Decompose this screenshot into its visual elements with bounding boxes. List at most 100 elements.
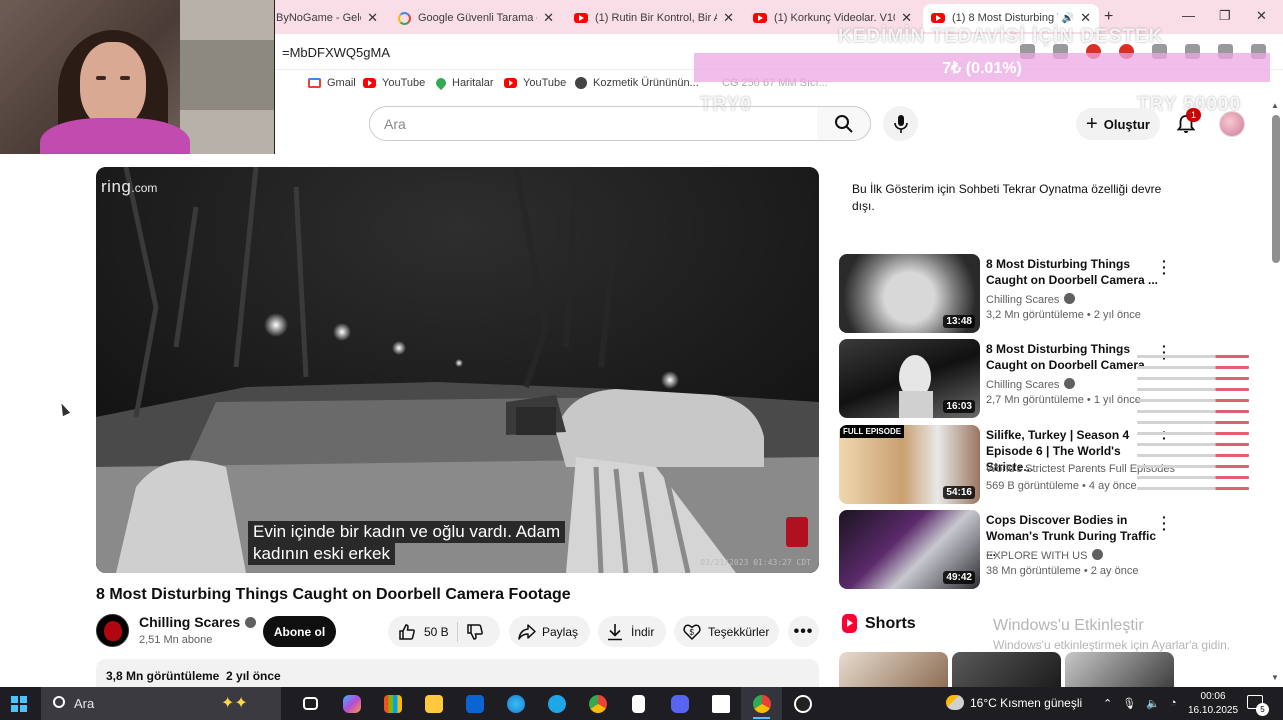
- channel-name[interactable]: Chilling Scares: [139, 614, 257, 630]
- page-scrollbar[interactable]: [1272, 115, 1280, 263]
- scroll-down-arrow[interactable]: ▼: [1271, 673, 1279, 682]
- webcam-overlay: [0, 0, 275, 154]
- share-button[interactable]: Paylaş: [509, 616, 590, 647]
- recommendation-card[interactable]: 49:42 Cops Discover Bodies in Woman's Tr…: [839, 510, 1179, 590]
- file-explorer-icon[interactable]: [413, 687, 454, 720]
- volume-icon[interactable]: 🔈: [1146, 697, 1160, 710]
- search-input[interactable]: Ara: [369, 106, 818, 141]
- speaker-icon[interactable]: 🔊: [1062, 13, 1074, 24]
- close-icon[interactable]: ✕: [543, 10, 554, 26]
- recommendation-meta: 2,7 Mn görüntüleme • 1 yıl önce: [986, 394, 1141, 406]
- video-player[interactable]: ring.com Evin içinde bir kadın ve oğlu v…: [96, 167, 819, 573]
- video-thumbnail[interactable]: FULL EPISODE 54:16: [839, 425, 980, 504]
- url-field[interactable]: =MbDFXWQ5gMA: [282, 45, 390, 60]
- microphone-icon[interactable]: 🎙: [1122, 697, 1136, 710]
- recommendation-channel[interactable]: Chilling Scares: [986, 292, 1076, 306]
- super-thanks-icon: $: [683, 624, 701, 640]
- share-icon: [518, 623, 536, 640]
- close-window-icon[interactable]: ✕: [1256, 8, 1267, 24]
- task-view-icon[interactable]: [290, 687, 331, 720]
- obs-icon[interactable]: [782, 687, 823, 720]
- recommendation-title[interactable]: 8 Most Disturbing Things Caught on Doorb…: [986, 341, 1161, 373]
- recommendation-card[interactable]: FULL EPISODE 54:16 Silifke, Turkey | Sea…: [839, 425, 1179, 505]
- recommendation-meta: 3,2 Mn görüntüleme • 2 yıl önce: [986, 309, 1141, 321]
- bookmark-haritalar[interactable]: Haritalar: [433, 75, 494, 91]
- maps-icon: [433, 75, 449, 91]
- minimize-icon[interactable]: —: [1182, 8, 1195, 23]
- shorts-thumbnail[interactable]: [1065, 652, 1174, 692]
- video-thumbnail[interactable]: 13:48: [839, 254, 980, 333]
- close-icon[interactable]: ✕: [723, 10, 734, 26]
- chevron-up-icon[interactable]: ⌃: [1103, 697, 1112, 710]
- internet-explorer-icon[interactable]: [536, 687, 577, 720]
- channel-avatar[interactable]: [96, 614, 129, 647]
- screen: ByNoGame - Gelen ✕ Google Güvenli Tarama…: [0, 0, 1283, 720]
- close-icon[interactable]: ✕: [367, 10, 378, 26]
- windows-taskbar: Ara ✦✦ 16°C Kısmen güneşli ⌃ 🎙 🔈 ◔ 00:06…: [0, 687, 1283, 720]
- discord-icon[interactable]: [659, 687, 700, 720]
- shorts-thumbnail[interactable]: [839, 652, 948, 692]
- microphone-icon: [893, 114, 908, 133]
- create-button[interactable]: + Oluştur: [1076, 108, 1160, 140]
- taskbar-search[interactable]: Ara ✦✦: [41, 687, 281, 720]
- document-icon[interactable]: [618, 687, 659, 720]
- edge-icon[interactable]: [495, 687, 536, 720]
- maximize-icon[interactable]: ❐: [1219, 8, 1231, 24]
- more-actions-button[interactable]: •••: [788, 616, 819, 647]
- like-button[interactable]: 50 B: [398, 623, 449, 641]
- account-avatar[interactable]: [1219, 111, 1245, 137]
- thumbs-down-icon[interactable]: [466, 623, 484, 641]
- recommendation-card[interactable]: 16:03 8 Most Disturbing Things Caught on…: [839, 339, 1179, 419]
- new-tab-icon[interactable]: +: [1104, 8, 1113, 26]
- video-subtitle: Evin içinde bir kadın ve oğlu vardı. Ada…: [248, 521, 566, 565]
- tab-youtube-rutin[interactable]: (1) Rutin Bir Kontrol, Bir An ✕: [566, 4, 742, 32]
- more-vert-icon[interactable]: ···: [1162, 510, 1167, 536]
- recommendation-title[interactable]: 8 Most Disturbing Things Caught on Doorb…: [986, 256, 1161, 288]
- plus-icon: +: [1086, 112, 1098, 135]
- subscribe-button[interactable]: Abone ol: [263, 616, 336, 647]
- bookmark-kozmetik[interactable]: Kozmetik Ürününün...: [575, 77, 699, 89]
- chat-replay-notice: Bu İlk Gösterim için Sohbeti Tekrar Oyna…: [852, 182, 1162, 213]
- video-editor-icon[interactable]: [700, 687, 741, 720]
- store-icon[interactable]: [372, 687, 413, 720]
- bookmark-gmail[interactable]: Gmail: [308, 77, 356, 89]
- full-episode-badge: FULL EPISODE: [840, 425, 905, 438]
- close-icon[interactable]: ✕: [901, 10, 912, 26]
- copilot-icon[interactable]: [331, 687, 372, 720]
- more-vert-icon[interactable]: ···: [1162, 254, 1167, 280]
- close-icon[interactable]: ✕: [1080, 10, 1091, 26]
- chrome-active-icon[interactable]: [741, 687, 782, 720]
- notifications-button[interactable]: 1: [1172, 108, 1201, 138]
- tab-google-safe-browsing[interactable]: Google Güvenli Tarama – G ✕: [390, 4, 562, 32]
- weather-widget[interactable]: 16°C Kısmen güneşli: [946, 695, 1082, 710]
- download-button[interactable]: İndir: [598, 616, 666, 647]
- search-button[interactable]: [817, 106, 871, 141]
- bookmark-youtube[interactable]: YouTube: [363, 77, 425, 89]
- voice-search-button[interactable]: [883, 106, 918, 141]
- video-thumbnail[interactable]: 49:42: [839, 510, 980, 589]
- recommendation-channel[interactable]: EXPLORE WITH US: [986, 548, 1104, 562]
- tab-title: (1) 8 Most Disturbing T: [952, 12, 1058, 24]
- system-clock[interactable]: 00:06 16.10.2025: [1188, 690, 1238, 718]
- upload-age: 2 yıl önce: [226, 669, 281, 683]
- sparkle-icon: ✦✦: [221, 695, 248, 712]
- network-icon[interactable]: ◔: [1170, 697, 1177, 710]
- globe-icon: [575, 77, 587, 89]
- shorts-thumbnail[interactable]: [952, 652, 1061, 692]
- youtube-icon: [363, 78, 376, 88]
- recommendation-channel[interactable]: Chilling Scares: [986, 377, 1076, 391]
- outlook-icon[interactable]: [454, 687, 495, 720]
- tab-title: ByNoGame - Gelen: [276, 12, 361, 24]
- tab-bynogame[interactable]: ByNoGame - Gelen ✕: [268, 4, 386, 32]
- video-thumbnail[interactable]: 16:03: [839, 339, 980, 418]
- youtube-favicon-icon: [574, 13, 588, 23]
- scroll-up-arrow[interactable]: ▲: [1271, 101, 1279, 110]
- start-button[interactable]: [11, 696, 27, 712]
- bookmark-youtube-2[interactable]: YouTube: [504, 77, 566, 89]
- mouse-cursor: [57, 401, 71, 417]
- thanks-button[interactable]: $ Teşekkürler: [674, 616, 779, 647]
- recommendation-card[interactable]: 13:48 8 Most Disturbing Things Caught on…: [839, 254, 1179, 334]
- chrome-icon[interactable]: [577, 687, 618, 720]
- taskbar-apps: [290, 687, 823, 720]
- verified-icon: [1092, 549, 1104, 560]
